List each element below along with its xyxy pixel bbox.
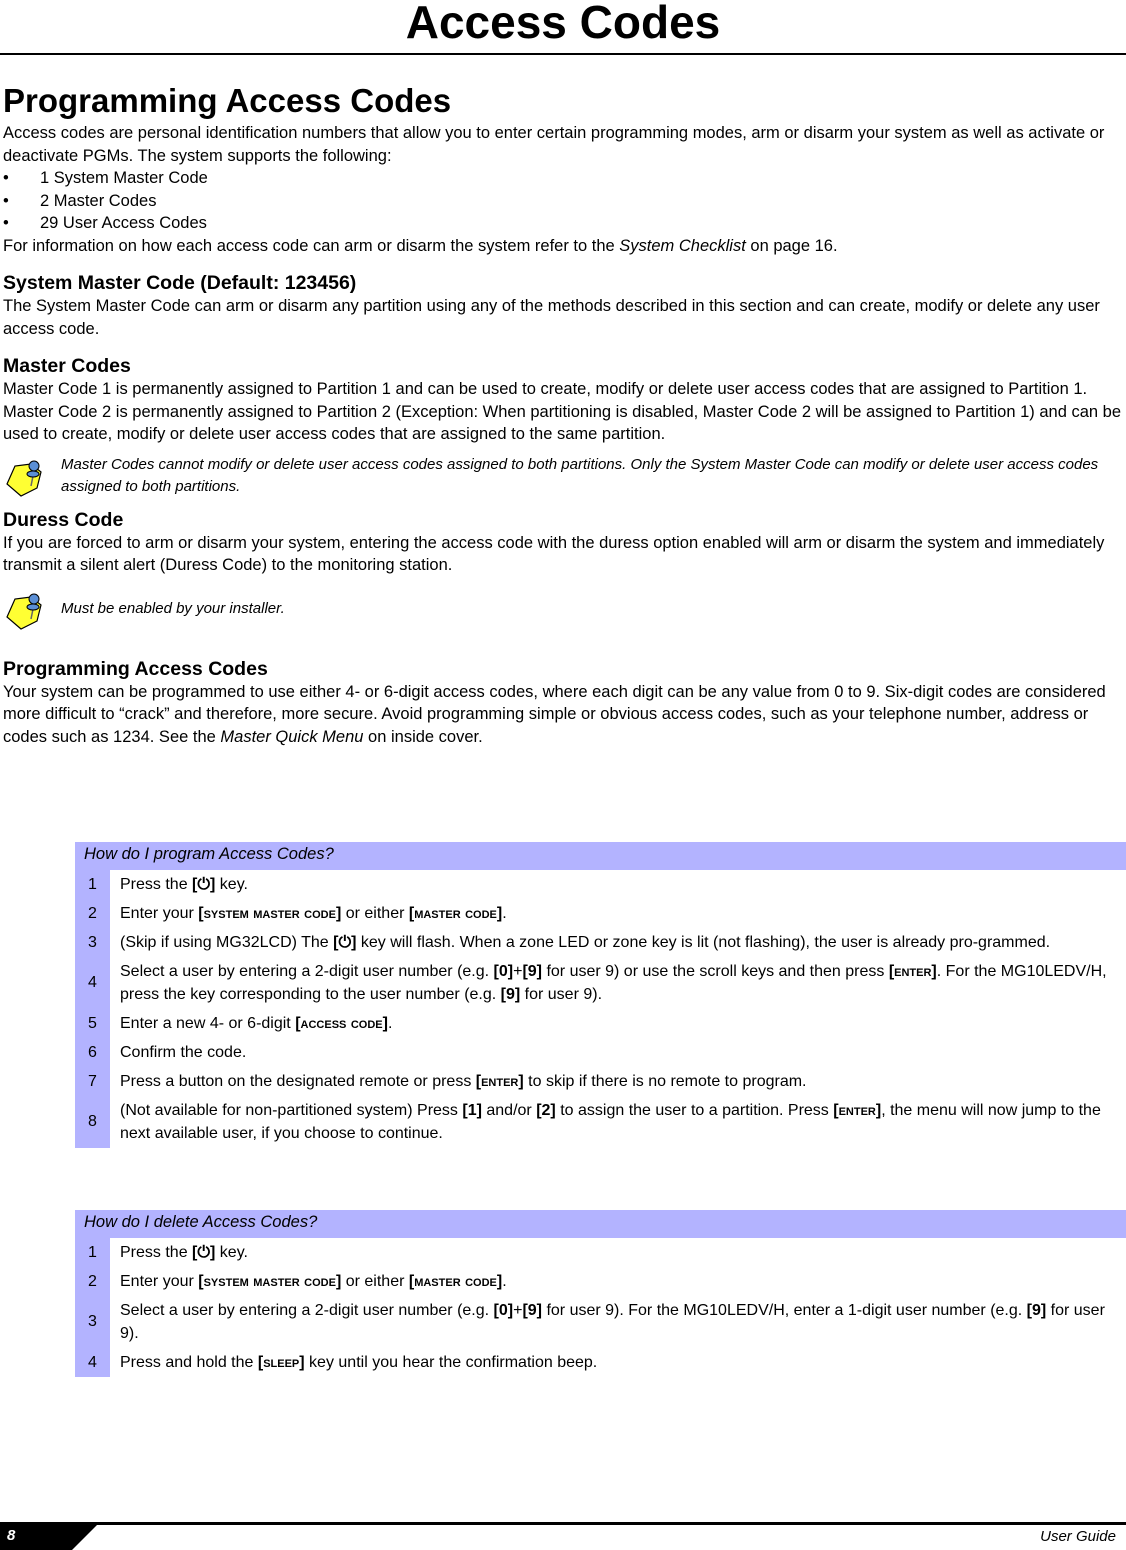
master-codes-heading: Master Codes <box>3 355 131 377</box>
step-number: 6 <box>75 1038 110 1067</box>
step-number: 7 <box>75 1067 110 1096</box>
step-number: 1 <box>75 1238 110 1267</box>
step-row: 1 Press the [⏻] key. <box>75 870 1126 899</box>
note-pin-icon <box>6 460 42 497</box>
footer-rule <box>0 1522 1126 1525</box>
step-text: Enter a new 4- or 6-digit [access code]. <box>120 1015 393 1032</box>
step-row: 1 Press the [⏻] key. <box>75 1238 1126 1267</box>
master-codes-note: Master Codes cannot modify or delete use… <box>3 454 1123 498</box>
key-label: [2] <box>536 1102 556 1119</box>
step-text: Confirm the code. <box>120 1044 247 1061</box>
program-steps-table: How do I program Access Codes? 1 Press th… <box>75 842 1126 1148</box>
step-row: 8 (Not available for non-partitioned syst… <box>75 1096 1126 1148</box>
document-body: Programming Access Codes Access codes ar… <box>3 82 1123 748</box>
step-text: (Not available for non-partitioned syste… <box>120 1102 1101 1142</box>
page-number: 8 <box>7 1527 16 1544</box>
key-label: [master code] <box>408 905 503 922</box>
step-number: 2 <box>75 899 110 928</box>
key-label: [enter] <box>475 1073 524 1090</box>
intro-heading: Programming Access Codes <box>3 82 452 119</box>
guide-label: User Guide <box>1040 1528 1116 1545</box>
step-number: 2 <box>75 1267 110 1296</box>
key-label: [9] <box>1026 1302 1047 1319</box>
step-row: 2 Enter your [system master code] or eith… <box>75 899 1126 928</box>
page-title: Access Codes <box>405 0 721 48</box>
list-item: • 2 Master Codes <box>3 191 157 210</box>
step-number: 3 <box>75 928 110 957</box>
step-text: Select a user by entering a 2-digit user… <box>120 963 1107 1003</box>
system-master-paragraph: The System Master Code can arm or disarm… <box>3 297 1100 338</box>
step-number: 1 <box>75 870 110 899</box>
step-row: 4 Press and hold the [sleep] key until yo… <box>75 1348 1126 1377</box>
step-number: 4 <box>75 957 110 1009</box>
step-text: Press a button on the designated remote … <box>120 1073 807 1090</box>
programming-heading: Programming Access Codes <box>3 657 268 680</box>
step-text: Enter your [system master code] or eithe… <box>120 1273 507 1290</box>
step-text: (Skip if using MG32LCD) The [⏻] key will… <box>120 934 1051 951</box>
key-label: [⏻] <box>333 934 357 951</box>
note-pin-icon <box>6 593 42 630</box>
step-row: 7 Press a button on the designated remote… <box>75 1067 1126 1096</box>
key-label: [access code] <box>295 1015 388 1032</box>
duress-note: Must be enabled by your installer. <box>3 587 1123 631</box>
step-number: 4 <box>75 1348 110 1377</box>
key-label: [⏻] <box>192 1244 216 1261</box>
key-label: [9] <box>522 963 542 980</box>
key-label: [⏻] <box>192 876 216 893</box>
key-label: [0] <box>493 963 514 980</box>
master-codes-paragraph-1: Master Code 1 is permanently assigned to… <box>3 380 1088 398</box>
step-row: 4 Select a user by entering a 2-digit use… <box>75 957 1126 1009</box>
delete-steps-header: How do I delete Access Codes? <box>75 1210 1126 1238</box>
page-footer: 8 User Guide <box>0 1522 1126 1550</box>
step-row: 6 Confirm the code. <box>75 1038 1126 1067</box>
duress-heading: Duress Code <box>3 508 124 531</box>
master-quick-menu-link[interactable]: Master Quick Menu <box>220 728 363 746</box>
step-text: Select a user by entering a 2-digit user… <box>120 1302 1105 1342</box>
step-text: Press the [⏻] key. <box>120 876 248 893</box>
step-number: 5 <box>75 1009 110 1038</box>
key-label: [sleep] <box>257 1354 305 1371</box>
key-label: [master code] <box>408 1273 503 1290</box>
step-row: 2 Enter your [system master code] or eith… <box>75 1267 1126 1296</box>
system-master-heading: System Master Code (Default: 123456) <box>3 272 357 294</box>
key-label: [enter] <box>888 963 937 980</box>
system-checklist-link[interactable]: System Checklist <box>619 237 746 255</box>
step-text: Enter your [system master code] or eithe… <box>120 905 507 922</box>
reference-paragraph: For information on how each access code … <box>3 236 838 255</box>
key-label: [enter] <box>833 1102 882 1119</box>
key-label: [0] <box>493 1302 514 1319</box>
list-item: • 1 System Master Code <box>3 169 208 187</box>
key-label: [9] <box>500 986 521 1003</box>
key-label: [9] <box>522 1302 542 1319</box>
key-label: [system master code] <box>198 1273 342 1290</box>
intro-paragraph: Access codes are personal identification… <box>3 124 1105 165</box>
title-rule <box>0 53 1126 55</box>
key-label: [system master code] <box>198 905 342 922</box>
program-steps-header: How do I program Access Codes? <box>75 842 1126 870</box>
step-number: 8 <box>75 1096 110 1148</box>
step-text: Press and hold the [sleep] key until you… <box>120 1354 598 1371</box>
code-type-list: • 1 System Master Code • 2 Master Codes • 2… <box>3 167 1123 235</box>
step-number: 3 <box>75 1296 110 1348</box>
list-item: • 29 User Access Codes <box>3 214 207 232</box>
step-text: Press the [⏻] key. <box>120 1244 248 1261</box>
step-row: 3 Select a user by entering a 2-digit use… <box>75 1296 1126 1348</box>
delete-steps-table: How do I delete Access Codes? 1 Press the… <box>75 1210 1126 1377</box>
duress-paragraph: If you are forced to arm or disarm your … <box>3 533 1105 575</box>
programming-paragraph: Your system can be programmed to use eit… <box>3 682 1106 746</box>
master-codes-paragraph-2: Master Code 2 is permanently assigned to… <box>3 402 1122 444</box>
key-label: [1] <box>462 1102 482 1119</box>
step-row: 3 (Skip if using MG32LCD) The [⏻] key wil… <box>75 928 1126 957</box>
step-row: 5 Enter a new 4- or 6-digit [access code]… <box>75 1009 1126 1038</box>
